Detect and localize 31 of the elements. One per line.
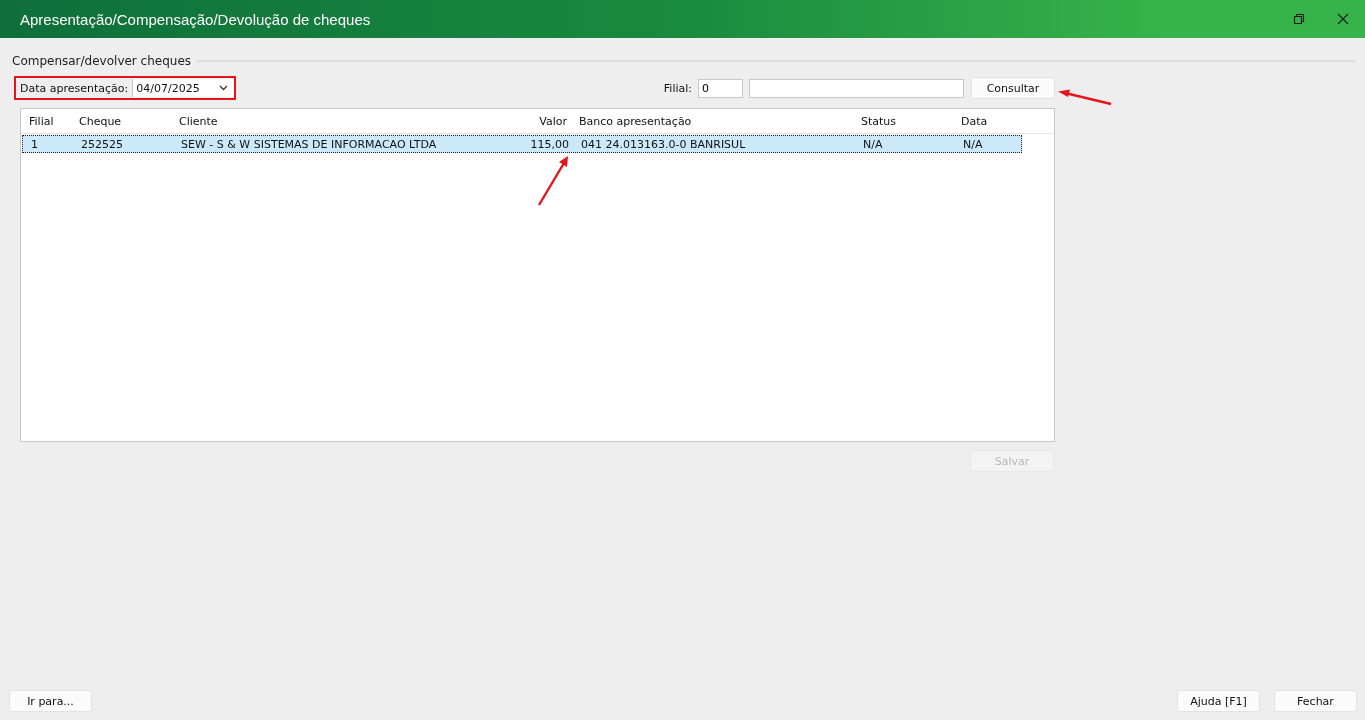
- footer-button[interactable]: Fechar: [1274, 690, 1357, 712]
- restore-icon[interactable]: [1293, 13, 1305, 25]
- consultar-button[interactable]: Consultar: [971, 77, 1055, 99]
- table-cell-text: SEW - S & W SISTEMAS DE INFORMACAO LTDA: [180, 137, 438, 151]
- table-cell-text: 115,00: [529, 137, 570, 151]
- column-header[interactable]: Filial: [21, 114, 71, 128]
- column-header[interactable]: Cheque: [71, 114, 171, 128]
- table-cell-text: 041 24.013163.0-0 BANRISUL: [580, 137, 747, 151]
- date-dropdown[interactable]: 04/07/2025: [132, 79, 235, 97]
- table-cell-text: N/A: [862, 137, 884, 151]
- table-cell-text: 1: [30, 137, 39, 151]
- chevron-down-icon: [219, 85, 229, 91]
- table-row[interactable]: 1 252525 SEW - S & W SISTEMAS DE INFORMACAO LTDA 115,00 041 24.013163.0-0 BANRISUL N/A N/A: [22, 135, 1022, 153]
- filial-input[interactable]: 0: [698, 78, 743, 98]
- table-cell-text: 252525: [80, 137, 124, 151]
- column-header[interactable]: Status: [849, 114, 953, 128]
- filial-label: Filial:: [663, 81, 692, 95]
- close-icon[interactable]: [1337, 13, 1349, 25]
- table-cell-text: N/A: [962, 137, 984, 151]
- footer-button[interactable]: Ajuda [F1]: [1177, 690, 1260, 712]
- date-label: Data apresentação:: [20, 81, 129, 95]
- column-header[interactable]: Valor: [471, 114, 571, 128]
- group-label: Compensar/devolver cheques: [12, 54, 192, 68]
- footer-button[interactable]: Ir para...: [9, 690, 92, 712]
- column-header[interactable]: Cliente: [171, 114, 471, 128]
- annotation-arrow: [537, 155, 571, 207]
- filial-name-input[interactable]: [749, 78, 964, 98]
- column-header[interactable]: Data: [953, 114, 1021, 128]
- column-header[interactable]: Banco apresentação: [571, 114, 849, 128]
- window-title: Apresentação/Compensação/Devolução de cheques: [20, 10, 372, 28]
- annotation-arrow: [1057, 89, 1113, 107]
